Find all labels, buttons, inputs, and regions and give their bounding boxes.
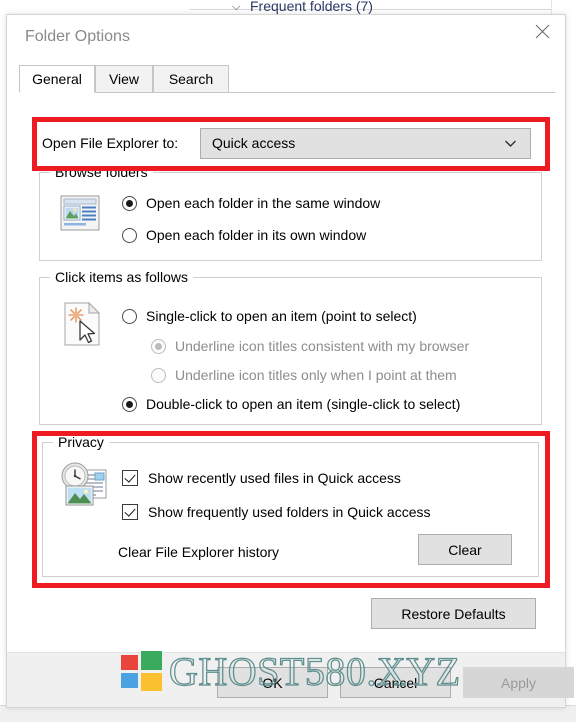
dialog-title: Folder Options	[25, 28, 130, 45]
radio-underline-consistent: Underline icon titles consistent with my…	[151, 336, 469, 356]
apply-button: Apply	[463, 667, 574, 698]
radio-indicator	[122, 195, 137, 211]
clear-history-label: Clear File Explorer history	[118, 544, 280, 560]
tab-strip-underline	[19, 92, 555, 93]
chevron-down-icon[interactable]: ⌵	[232, 1, 240, 13]
tab-general-label: General	[32, 71, 82, 87]
checkbox-show-frequent-folders[interactable]: Show frequently used folders in Quick ac…	[122, 502, 430, 522]
open-file-explorer-value: Quick access	[212, 135, 296, 151]
recent-history-icon	[60, 462, 110, 513]
radio-underline-hover-label: Underline icon titles only when I point …	[175, 367, 457, 383]
open-file-explorer-dropdown[interactable]: Quick access	[200, 128, 531, 159]
tab-view-label: View	[108, 71, 140, 87]
radio-double-click[interactable]: Double-click to open an item (single-cli…	[122, 394, 460, 414]
click-items-group: Click items as follows Single-click to o…	[39, 269, 542, 425]
radio-underline-consistent-label: Underline icon titles consistent with my…	[175, 338, 470, 354]
radio-indicator	[151, 338, 166, 354]
close-icon[interactable]	[519, 15, 565, 48]
dialog-titlebar: Folder Options	[7, 15, 565, 59]
radio-open-same-window[interactable]: Open each folder in the same window	[122, 193, 380, 213]
checkbox-show-recent-files[interactable]: Show recently used files in Quick access	[122, 468, 401, 488]
open-file-explorer-label: Open File Explorer to:	[42, 135, 179, 151]
tab-general[interactable]: General	[19, 65, 95, 93]
checkbox-show-frequent-folders-label: Show frequently used folders in Quick ac…	[148, 504, 431, 520]
radio-single-click[interactable]: Single-click to open an item (point to s…	[122, 306, 417, 326]
dialog-footer: OK Cancel Apply	[7, 652, 574, 707]
apply-button-label: Apply	[500, 674, 537, 691]
cancel-button[interactable]: Cancel	[340, 667, 451, 698]
checkbox-indicator	[122, 470, 138, 486]
tab-strip: General View Search	[19, 65, 555, 93]
tab-view[interactable]: View	[95, 65, 153, 93]
checkbox-indicator	[122, 504, 138, 520]
checkbox-show-recent-files-label: Show recently used files in Quick access	[148, 470, 401, 486]
clear-button-label: Clear	[448, 541, 482, 558]
frequent-folders-label: Frequent folders (7)	[250, 0, 373, 14]
cancel-button-label: Cancel	[373, 674, 418, 691]
clear-button[interactable]: Clear	[418, 534, 512, 565]
ok-button[interactable]: OK	[217, 667, 328, 698]
ok-button-label: OK	[262, 674, 283, 691]
tab-search[interactable]: Search	[153, 65, 229, 93]
radio-indicator	[122, 308, 137, 324]
browse-folders-icon	[60, 195, 100, 236]
folder-options-dialog: Folder Options General View Search Open …	[6, 14, 574, 708]
radio-underline-hover: Underline icon titles only when I point …	[151, 365, 457, 385]
restore-defaults-button[interactable]: Restore Defaults	[371, 598, 536, 629]
single-click-pointer-icon	[63, 301, 103, 351]
radio-indicator	[122, 396, 137, 412]
privacy-legend: Privacy	[53, 434, 109, 450]
radio-open-own-window-label: Open each folder in its own window	[146, 227, 367, 243]
radio-indicator	[151, 367, 166, 383]
tab-search-label: Search	[168, 71, 214, 87]
click-items-legend: Click items as follows	[50, 269, 194, 285]
open-file-explorer-row: Open File Explorer to: Quick access	[29, 125, 549, 163]
radio-single-click-label: Single-click to open an item (point to s…	[146, 308, 417, 324]
restore-defaults-label: Restore Defaults	[401, 605, 506, 622]
radio-open-same-window-label: Open each folder in the same window	[146, 195, 381, 211]
chevron-down-icon	[503, 136, 518, 156]
browse-folders-legend: Browse folders	[50, 164, 153, 180]
radio-indicator	[122, 227, 137, 243]
browse-folders-group: Browse folders Open each folder in the s…	[39, 164, 542, 261]
radio-open-own-window[interactable]: Open each folder in its own window	[122, 225, 366, 245]
radio-double-click-label: Double-click to open an item (single-cli…	[146, 396, 461, 412]
